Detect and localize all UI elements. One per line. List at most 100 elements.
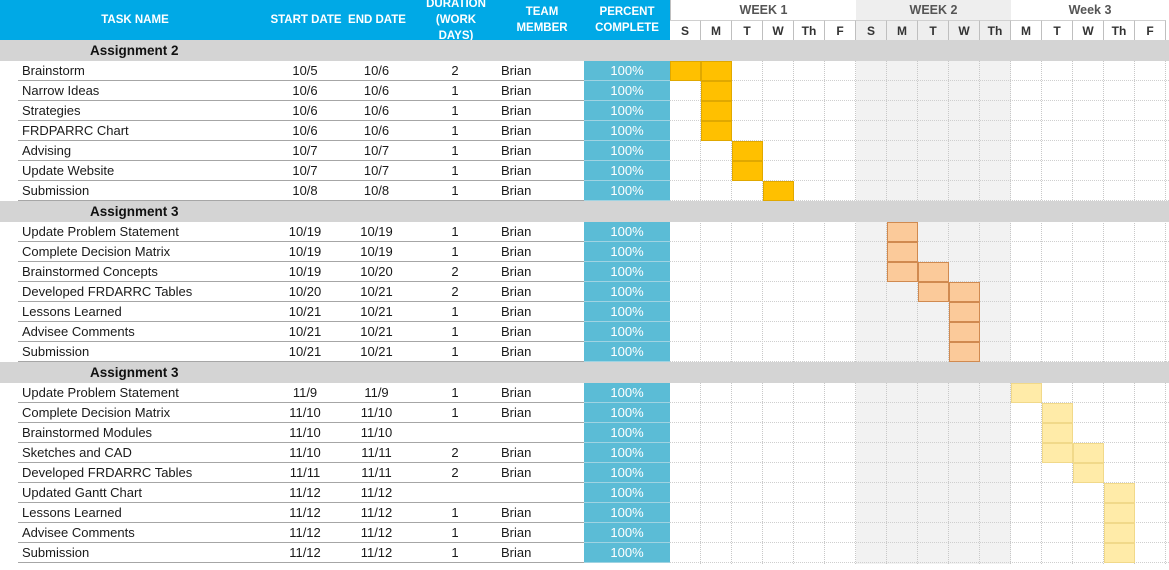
team-member-cell[interactable]: Brian — [501, 282, 531, 302]
gantt-bar-cell[interactable] — [670, 61, 701, 81]
task-name-cell[interactable]: Advisee Comments — [22, 322, 135, 342]
task-row[interactable]: Lessons Learned 11/12 11/12 1 Brian 100% — [0, 503, 1169, 523]
team-member-cell[interactable]: Brian — [501, 262, 531, 282]
percent-complete-cell[interactable]: 100% — [584, 403, 670, 423]
percent-complete-cell[interactable]: 100% — [584, 242, 670, 262]
gantt-bar-cell[interactable] — [701, 101, 732, 121]
task-row[interactable]: Submission 10/21 10/21 1 Brian 100% — [0, 342, 1169, 362]
task-row[interactable]: Update Problem Statement 10/19 10/19 1 Brian… — [0, 222, 1169, 242]
gantt-bar-cell[interactable] — [949, 342, 980, 362]
percent-complete-cell[interactable]: 100% — [584, 443, 670, 463]
week-header[interactable]: Week 3 — [1011, 0, 1169, 20]
week-header[interactable]: WEEK 1 — [670, 0, 856, 20]
header-percent-complete[interactable]: PERCENT COMPLETE — [584, 0, 670, 40]
duration-cell[interactable]: 1 — [418, 342, 492, 362]
start-date-cell[interactable]: 10/6 — [270, 101, 340, 121]
day-header[interactable]: Th — [794, 20, 825, 40]
day-header[interactable]: Th — [1104, 20, 1135, 40]
percent-complete-cell[interactable]: 100% — [584, 322, 670, 342]
team-member-cell[interactable]: Brian — [501, 543, 531, 563]
duration-cell[interactable] — [418, 483, 492, 503]
percent-complete-cell[interactable]: 100% — [584, 543, 670, 563]
gantt-bar-cell[interactable] — [701, 121, 732, 141]
duration-cell[interactable]: 1 — [418, 101, 492, 121]
end-date-cell[interactable]: 11/11 — [340, 443, 413, 463]
team-member-cell[interactable]: Brian — [501, 222, 531, 242]
team-member-cell[interactable]: Brian — [501, 342, 531, 362]
percent-complete-cell[interactable]: 100% — [584, 121, 670, 141]
percent-complete-cell[interactable]: 100% — [584, 342, 670, 362]
end-date-cell[interactable]: 11/10 — [340, 403, 413, 423]
end-date-cell[interactable]: 11/10 — [340, 423, 413, 443]
day-header[interactable]: T — [732, 20, 763, 40]
gantt-bar-cell[interactable] — [949, 302, 980, 322]
start-date-cell[interactable]: 11/10 — [270, 403, 340, 423]
task-name-cell[interactable]: Update Website — [22, 161, 114, 181]
day-header[interactable]: M — [701, 20, 732, 40]
task-row[interactable]: Brainstormed Concepts 10/19 10/20 2 Brian 100… — [0, 262, 1169, 282]
task-row[interactable]: Submission 10/8 10/8 1 Brian 100% — [0, 181, 1169, 201]
end-date-cell[interactable]: 11/12 — [340, 523, 413, 543]
team-member-cell[interactable]: Brian — [501, 101, 531, 121]
team-member-cell[interactable]: Brian — [501, 121, 531, 141]
team-member-cell[interactable]: Brian — [501, 141, 531, 161]
start-date-cell[interactable]: 10/6 — [270, 81, 340, 101]
team-member-cell[interactable]: Brian — [501, 523, 531, 543]
start-date-cell[interactable]: 11/10 — [270, 443, 340, 463]
end-date-cell[interactable]: 10/20 — [340, 262, 413, 282]
end-date-cell[interactable]: 10/6 — [340, 81, 413, 101]
gantt-bar-cell[interactable] — [732, 161, 763, 181]
duration-cell[interactable]: 1 — [418, 161, 492, 181]
gantt-bar-cell[interactable] — [1011, 383, 1042, 403]
team-member-cell[interactable]: Brian — [501, 503, 531, 523]
task-row[interactable]: Complete Decision Matrix 10/19 10/19 1 Brian… — [0, 242, 1169, 262]
task-name-cell[interactable]: Advising — [22, 141, 71, 161]
task-name-cell[interactable]: Submission — [22, 181, 89, 201]
end-date-cell[interactable]: 10/6 — [340, 101, 413, 121]
task-name-cell[interactable]: Advisee Comments — [22, 523, 135, 543]
task-row[interactable]: Update Website 10/7 10/7 1 Brian 100% — [0, 161, 1169, 181]
end-date-cell[interactable]: 10/6 — [340, 61, 413, 81]
start-date-cell[interactable]: 11/11 — [270, 463, 340, 483]
percent-complete-cell[interactable]: 100% — [584, 523, 670, 543]
task-row[interactable]: Lessons Learned 10/21 10/21 1 Brian 100% — [0, 302, 1169, 322]
group-row[interactable]: Assignment 3 — [0, 362, 1169, 383]
percent-complete-cell[interactable]: 100% — [584, 282, 670, 302]
group-row[interactable]: Assignment 2 — [0, 40, 1169, 61]
end-date-cell[interactable]: 10/21 — [340, 282, 413, 302]
start-date-cell[interactable]: 10/21 — [270, 322, 340, 342]
gantt-bar-cell[interactable] — [918, 262, 949, 282]
task-name-cell[interactable]: Developed FRDARRC Tables — [22, 463, 192, 483]
percent-complete-cell[interactable]: 100% — [584, 262, 670, 282]
duration-cell[interactable]: 2 — [418, 262, 492, 282]
duration-cell[interactable]: 1 — [418, 181, 492, 201]
end-date-cell[interactable]: 10/7 — [340, 141, 413, 161]
gantt-bar-cell[interactable] — [1042, 443, 1073, 463]
percent-complete-cell[interactable]: 100% — [584, 423, 670, 443]
team-member-cell[interactable]: Brian — [501, 403, 531, 423]
start-date-cell[interactable]: 10/19 — [270, 242, 340, 262]
start-date-cell[interactable]: 11/12 — [270, 483, 340, 503]
percent-complete-cell[interactable]: 100% — [584, 503, 670, 523]
percent-complete-cell[interactable]: 100% — [584, 302, 670, 322]
duration-cell[interactable]: 1 — [418, 242, 492, 262]
percent-complete-cell[interactable]: 100% — [584, 161, 670, 181]
end-date-cell[interactable]: 11/12 — [340, 503, 413, 523]
gantt-bar-cell[interactable] — [1104, 483, 1135, 503]
header-end-date[interactable]: END DATE — [342, 0, 412, 40]
percent-complete-cell[interactable]: 100% — [584, 181, 670, 201]
gantt-bar-cell[interactable] — [1104, 503, 1135, 523]
end-date-cell[interactable]: 10/21 — [340, 322, 413, 342]
duration-cell[interactable]: 1 — [418, 302, 492, 322]
start-date-cell[interactable]: 10/19 — [270, 222, 340, 242]
task-row[interactable]: Advisee Comments 10/21 10/21 1 Brian 100% — [0, 322, 1169, 342]
task-row[interactable]: Complete Decision Matrix 11/10 11/10 1 Brian… — [0, 403, 1169, 423]
team-member-cell[interactable]: Brian — [501, 181, 531, 201]
percent-complete-cell[interactable]: 100% — [584, 463, 670, 483]
end-date-cell[interactable]: 10/6 — [340, 121, 413, 141]
day-header[interactable]: T — [1042, 20, 1073, 40]
duration-cell[interactable]: 1 — [418, 403, 492, 423]
task-row[interactable]: Brainstormed Modules 11/10 11/10 100% — [0, 423, 1169, 443]
day-header[interactable]: M — [1011, 20, 1042, 40]
task-name-cell[interactable]: Update Problem Statement — [22, 222, 179, 242]
